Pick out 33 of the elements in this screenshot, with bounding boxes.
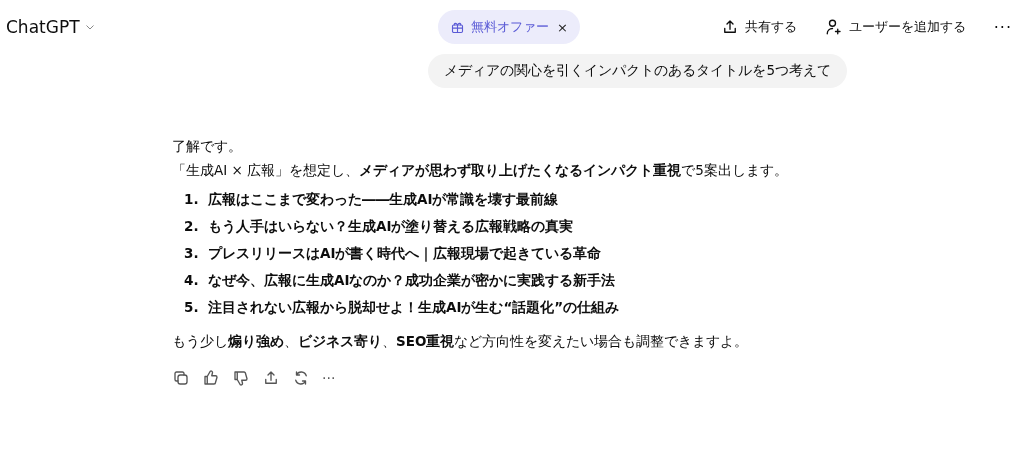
more-button[interactable]: ··· — [322, 370, 336, 386]
thumbs-down-icon — [232, 369, 250, 387]
share-button[interactable]: 共有する — [720, 18, 797, 36]
list-number: 2. — [184, 217, 198, 236]
list-number: 1. — [184, 190, 198, 209]
thumbs-down-button[interactable] — [232, 369, 250, 387]
refresh-icon — [292, 369, 310, 387]
title-suggestion: 注目されない広報から脱却せよ！生成AIが生む“話題化”の仕組み — [208, 298, 620, 317]
list-number: 4. — [184, 271, 198, 290]
title-suggestion: 広報はここまで変わった――生成AIが常識を壊す最前線 — [208, 190, 559, 209]
close-button[interactable]: × — [555, 19, 568, 35]
title-suggestion: なぜ今、広報に生成AIなのか？成功企業が密かに実践する新手法 — [208, 271, 616, 290]
response-text: もう少し煽り強め、ビジネス寄り、SEO重視など方向性を変えたい場合も調整できますよ。 — [172, 332, 750, 351]
thumbs-up-button[interactable] — [202, 369, 220, 387]
title-suggestion: プレスリリースはAIが書く時代へ｜広報現場で起きている革命 — [208, 244, 602, 264]
add-user-button[interactable]: ユーザーを追加する — [824, 18, 966, 36]
offer-badge[interactable]: 無料オファー × — [438, 10, 580, 44]
more-button[interactable]: ··· — [993, 17, 1012, 37]
title-suggestion: もう人手はいらない？生成AIが塗り替える広報戦略の真実 — [208, 217, 574, 236]
copy-button[interactable] — [172, 369, 190, 387]
offer-label: 無料オファー — [471, 18, 550, 36]
list-number: 5. — [184, 298, 198, 317]
list-number: 3. — [184, 244, 198, 263]
user-message: メディアの関心を引くインパクトのあるタイトルを5つ考えて — [428, 54, 847, 88]
copy-icon — [172, 369, 190, 387]
share-icon — [262, 369, 280, 387]
refresh-button[interactable] — [292, 369, 310, 387]
share-button[interactable] — [262, 369, 280, 387]
model-selector[interactable]: ChatGPT — [6, 17, 96, 37]
thumbs-up-icon — [202, 369, 220, 387]
response-text: 「生成AI × 広報」を想定し、メディアが思わず取り上げたくなるインパクト重視で5案出します。 — [172, 161, 789, 180]
add-person-icon — [824, 18, 843, 36]
response-text: 了解です。 — [172, 137, 243, 156]
